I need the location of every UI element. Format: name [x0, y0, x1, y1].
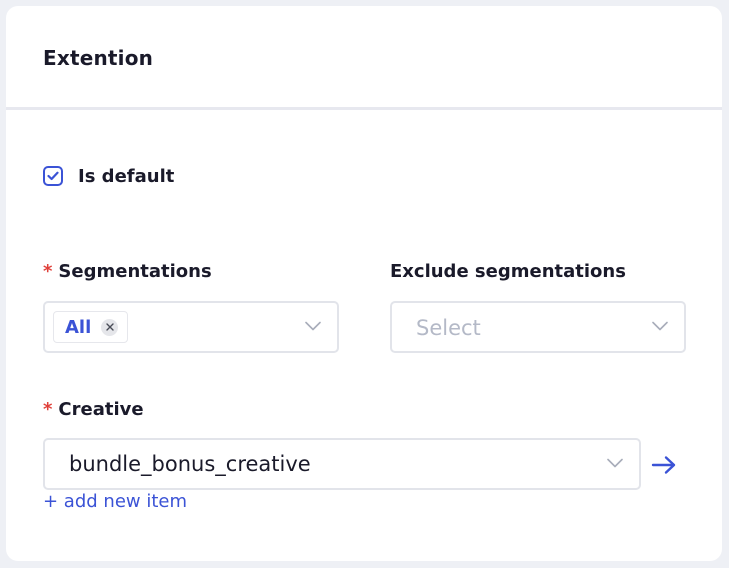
- segmentation-tag-label: All: [65, 316, 92, 338]
- required-marker: *: [43, 399, 53, 420]
- exclude-segmentations-select[interactable]: Select: [390, 301, 686, 353]
- add-new-item-link[interactable]: + add new item: [43, 491, 187, 512]
- segmentations-label: * Segmentations: [43, 261, 212, 282]
- is-default-checkbox[interactable]: [43, 166, 63, 186]
- header-divider: [6, 107, 722, 110]
- exclude-segmentations-placeholder: Select: [416, 316, 481, 340]
- exclude-segmentations-label: Exclude segmentations: [390, 261, 626, 282]
- is-default-label: Is default: [78, 165, 175, 187]
- creative-label-text: Creative: [58, 399, 144, 420]
- is-default-checkbox-row[interactable]: Is default: [43, 163, 174, 189]
- arrow-right-icon: [651, 456, 676, 474]
- segmentation-tag-all: All: [53, 311, 129, 343]
- extention-card: Extention Is default * Segmentations All …: [6, 6, 722, 561]
- chevron-down-icon: [652, 321, 668, 331]
- creative-value: bundle_bonus_creative: [69, 452, 311, 476]
- close-icon[interactable]: [101, 318, 119, 336]
- card-title: Extention: [43, 46, 154, 70]
- open-creative-button[interactable]: [649, 453, 679, 477]
- creative-select[interactable]: bundle_bonus_creative: [43, 438, 641, 490]
- chevron-down-icon: [305, 321, 321, 331]
- chevron-down-icon: [607, 458, 623, 468]
- check-icon: [47, 171, 59, 181]
- segmentations-label-text: Segmentations: [58, 261, 212, 282]
- required-marker: *: [43, 261, 53, 282]
- creative-label: * Creative: [43, 399, 144, 420]
- segmentations-select[interactable]: All: [43, 301, 339, 353]
